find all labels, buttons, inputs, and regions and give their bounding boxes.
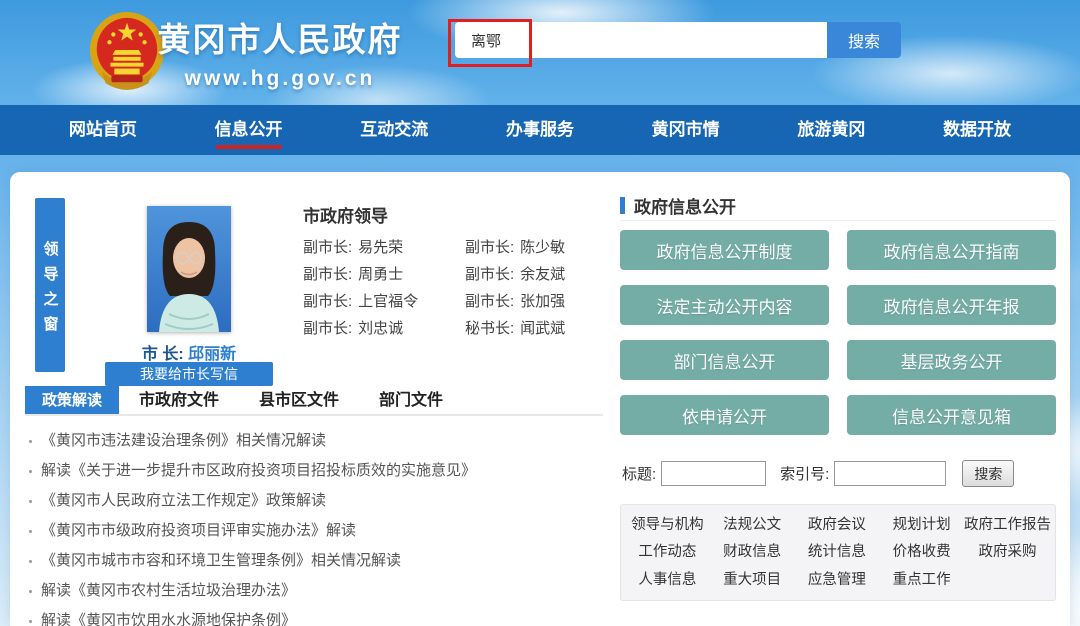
- article-list: 《黄冈市违法建设治理条例》相关情况解读 解读《关于进一步提升市区政府投资项目招投…: [27, 426, 605, 626]
- mayor-label: 市 长:: [142, 346, 184, 363]
- quick-link[interactable]: 政府工作报告: [964, 515, 1051, 535]
- official-entry: 副市长: 余友斌: [465, 266, 603, 284]
- official-name-link[interactable]: 陈少敏: [520, 239, 565, 257]
- official-name-link[interactable]: 余友斌: [520, 266, 565, 284]
- official-entry: 副市长: 刘忠诚: [303, 320, 465, 338]
- official-title: 副市长:: [465, 293, 514, 311]
- official-title: 副市长:: [303, 239, 352, 257]
- quick-link[interactable]: 政府采购: [964, 542, 1051, 562]
- index-number-input[interactable]: [834, 461, 946, 486]
- info-disclosure-button[interactable]: 依申请公开: [620, 395, 829, 435]
- quick-link[interactable]: 法规公文: [710, 515, 795, 535]
- panel-divider: [620, 220, 1056, 221]
- official-title: 副市长:: [465, 266, 514, 284]
- quick-links-panel: 领导与机构 法规公文 政府会议 规划计划 政府工作报告 工作动态 财政信息 统计…: [620, 504, 1056, 601]
- info-disclosure-button[interactable]: 部门信息公开: [620, 340, 829, 380]
- nav-item[interactable]: 数据开放: [935, 105, 1019, 155]
- official-name-link[interactable]: 刘忠诚: [358, 320, 403, 338]
- site-identity: 黄冈市人民政府 www.hg.gov.cn: [155, 13, 405, 91]
- official-entry: 副市长: 周勇士: [303, 266, 465, 284]
- official-name-link[interactable]: 闻武斌: [520, 320, 565, 338]
- article-link[interactable]: 解读《黄冈市农村生活垃圾治理办法》: [27, 576, 605, 606]
- site-header: 黄冈市人民政府 www.hg.gov.cn 搜索: [0, 0, 1080, 105]
- site-url: www.hg.gov.cn: [155, 67, 405, 91]
- quick-link[interactable]: 财政信息: [710, 542, 795, 562]
- header-search-button[interactable]: 搜索: [827, 22, 901, 58]
- info-disclosure-button[interactable]: 基层政务公开: [847, 340, 1056, 380]
- article-link[interactable]: 解读《关于进一步提升市区政府投资项目招投标质效的实施意见》: [27, 456, 605, 486]
- title-search-label: 标题:: [622, 463, 656, 484]
- official-entry: 秘书长: 闻武斌: [465, 320, 603, 338]
- info-button-grid: 政府信息公开制度 政府信息公开指南 法定主动公开内容 政府信息公开年报 部门信息…: [620, 230, 1056, 435]
- official-title: 副市长:: [303, 293, 352, 311]
- article-link[interactable]: 《黄冈市违法建设治理条例》相关情况解读: [27, 426, 605, 456]
- site-title: 黄冈市人民政府: [155, 13, 405, 61]
- mayor-name-link[interactable]: 邱丽新: [188, 346, 236, 363]
- info-disclosure-button[interactable]: 信息公开意见箱: [847, 395, 1056, 435]
- header-search: 搜索: [455, 22, 901, 58]
- official-name-link[interactable]: 上官福令: [358, 293, 418, 311]
- info-disclosure-button[interactable]: 法定主动公开内容: [620, 285, 829, 325]
- government-leaders: 市政府领导 副市长: 易先荣 副市长: 陈少敏: [303, 202, 603, 338]
- header-accent-bar: [620, 197, 625, 214]
- main-nav: 网站首页 信息公开 互动交流 办事服务 黄冈市情 旅游黄冈 数据开放: [0, 105, 1080, 155]
- leaders-grid: 副市长: 易先荣 副市长: 陈少敏 副市长: 周勇士: [303, 239, 603, 338]
- article-link[interactable]: 《黄冈市市级政府投资项目评审实施办法》解读: [27, 516, 605, 546]
- info-panel-header: 政府信息公开: [620, 193, 736, 218]
- official-title: 副市长:: [303, 320, 352, 338]
- official-title: 副市长:: [465, 239, 514, 257]
- info-disclosure-button[interactable]: 政府信息公开年报: [847, 285, 1056, 325]
- official-entry: 副市长: 张加强: [465, 293, 603, 311]
- main-content: 领导之窗: [10, 172, 1070, 626]
- article-link[interactable]: 《黄冈市人民政府立法工作规定》政策解读: [27, 486, 605, 516]
- official-title: 秘书长:: [465, 320, 514, 338]
- info-disclosure-button[interactable]: 政府信息公开指南: [847, 230, 1056, 270]
- nav-item[interactable]: 互动交流: [352, 105, 436, 155]
- doc-tab[interactable]: 县市区文件: [239, 386, 359, 414]
- quick-link[interactable]: 规划计划: [879, 515, 964, 535]
- article-link[interactable]: 《黄冈市城市市容和环境卫生管理条例》相关情况解读: [27, 546, 605, 576]
- article-link[interactable]: 解读《黄冈市饮用水水源地保护条例》: [27, 606, 605, 626]
- quick-link[interactable]: 工作动态: [625, 542, 710, 562]
- official-name-link[interactable]: 张加强: [520, 293, 565, 311]
- doc-tab[interactable]: 政策解读: [25, 386, 119, 414]
- quick-link[interactable]: 重点工作: [879, 570, 964, 590]
- leaders-section-title: 市政府领导: [303, 202, 603, 227]
- official-name-link[interactable]: 周勇士: [358, 266, 403, 284]
- official-name-link[interactable]: 易先荣: [358, 239, 403, 257]
- quick-link[interactable]: 重大项目: [710, 570, 795, 590]
- quick-link[interactable]: 政府会议: [795, 515, 880, 535]
- document-tabs: 政策解读 市政府文件 县市区文件 部门文件: [25, 386, 603, 416]
- quick-link[interactable]: 价格收费: [879, 542, 964, 562]
- index-number-label: 索引号:: [780, 463, 829, 484]
- nav-item[interactable]: 办事服务: [498, 105, 582, 155]
- nav-item[interactable]: 网站首页: [61, 105, 145, 155]
- mayor-line: 市 长: 邱丽新: [80, 340, 298, 364]
- official-entry: 副市长: 上官福令: [303, 293, 465, 311]
- header-search-input[interactable]: [455, 22, 827, 58]
- quick-link[interactable]: 人事信息: [625, 570, 710, 590]
- write-to-mayor-button[interactable]: 我要给市长写信: [105, 362, 273, 386]
- nav-item[interactable]: 信息公开: [207, 105, 291, 155]
- mayor-photo[interactable]: [147, 206, 231, 332]
- official-entry: 副市长: 陈少敏: [465, 239, 603, 257]
- nav-item[interactable]: 旅游黄冈: [789, 105, 873, 155]
- info-panel-title: 政府信息公开: [634, 193, 736, 218]
- left-column: 领导之窗: [25, 172, 605, 626]
- quick-link[interactable]: 应急管理: [795, 570, 880, 590]
- nav-item[interactable]: 黄冈市情: [644, 105, 728, 155]
- doc-tab[interactable]: 部门文件: [359, 386, 463, 414]
- index-search-row: 标题: 索引号: 搜索: [622, 460, 1056, 487]
- quick-link[interactable]: 统计信息: [795, 542, 880, 562]
- info-disclosure-button[interactable]: 政府信息公开制度: [620, 230, 829, 270]
- page: 黄冈市人民政府 www.hg.gov.cn 搜索 网站首页 信息公开 互动交流 …: [0, 0, 1080, 626]
- leader-window-tab[interactable]: 领导之窗: [35, 198, 65, 372]
- title-search-input[interactable]: [661, 461, 766, 486]
- doc-tab[interactable]: 市政府文件: [119, 386, 239, 414]
- official-title: 副市长:: [303, 266, 352, 284]
- quick-link[interactable]: 领导与机构: [625, 515, 710, 535]
- official-entry: 副市长: 易先荣: [303, 239, 465, 257]
- index-search-button[interactable]: 搜索: [962, 460, 1014, 487]
- right-column: 政府信息公开 政府信息公开制度 政府信息公开指南 法定主动公开内容 政府信息公开…: [620, 172, 1056, 626]
